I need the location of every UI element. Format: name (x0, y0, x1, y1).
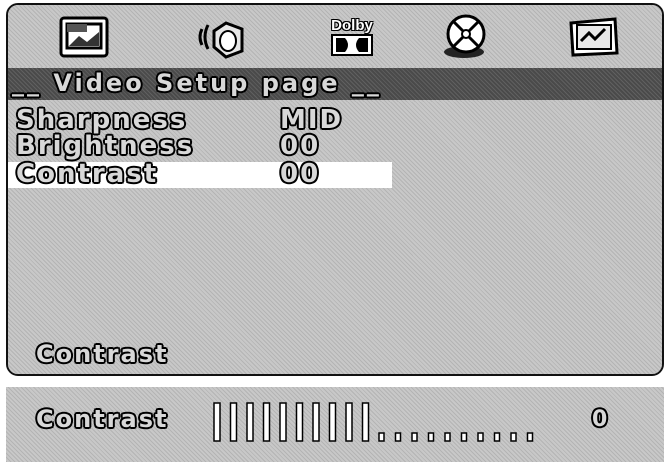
slider-tick-filled (345, 402, 353, 442)
slider-tick-empty (394, 432, 402, 442)
settings-menu: Sharpness MID Brightness 00 Contrast 00 … (8, 102, 662, 374)
slider-tick-filled (246, 402, 254, 442)
speaker-audio-icon[interactable] (193, 13, 253, 61)
slider-tick-empty (510, 432, 517, 442)
page-title-bar: __ Video Setup page __ (8, 68, 662, 100)
slider-tick-empty (411, 432, 418, 442)
row-value: 00 (280, 131, 321, 161)
osd-menu-window: Dolby __ Video Setup page __ Sharpness M… (6, 3, 664, 376)
slider-tick-empty (444, 432, 451, 442)
tv-picture-icon[interactable] (54, 13, 114, 61)
row-label: Brightness (16, 131, 195, 161)
slider-tick-filled (262, 402, 271, 442)
icon-bar: Dolby (8, 5, 662, 67)
preference-icon[interactable] (564, 13, 624, 61)
slider-tick-filled (328, 402, 337, 442)
slider-tick-empty (493, 432, 501, 442)
menu-row-contrast[interactable]: Contrast 00 (8, 159, 392, 189)
page-title: __ Video Setup page __ (12, 69, 382, 97)
contrast-slider[interactable] (210, 401, 540, 445)
slider-tick-filled (361, 402, 370, 442)
slider-label: Contrast (36, 405, 169, 433)
help-text: Contrast (36, 340, 169, 368)
slider-tick-empty (477, 432, 484, 442)
slider-tick-filled (213, 402, 221, 442)
slider-tick-filled (312, 402, 320, 442)
slider-value: 0 (592, 407, 608, 432)
row-label: Contrast (16, 159, 159, 189)
slider-tick-filled (295, 402, 304, 442)
slider-tick-filled (279, 402, 287, 442)
slider-tick-empty (378, 432, 385, 442)
menu-row-brightness[interactable]: Brightness 00 (8, 131, 392, 161)
slider-tick-empty (427, 432, 435, 442)
slider-tick-empty (526, 432, 534, 442)
slider-tick-empty (460, 432, 468, 442)
slider-panel: Contrast 0 (6, 387, 664, 462)
dolby-icon[interactable]: Dolby (322, 13, 382, 61)
dolby-label: Dolby (331, 17, 373, 34)
disc-icon[interactable] (436, 13, 496, 61)
slider-tick-filled (229, 402, 238, 442)
row-value: 00 (280, 159, 321, 189)
